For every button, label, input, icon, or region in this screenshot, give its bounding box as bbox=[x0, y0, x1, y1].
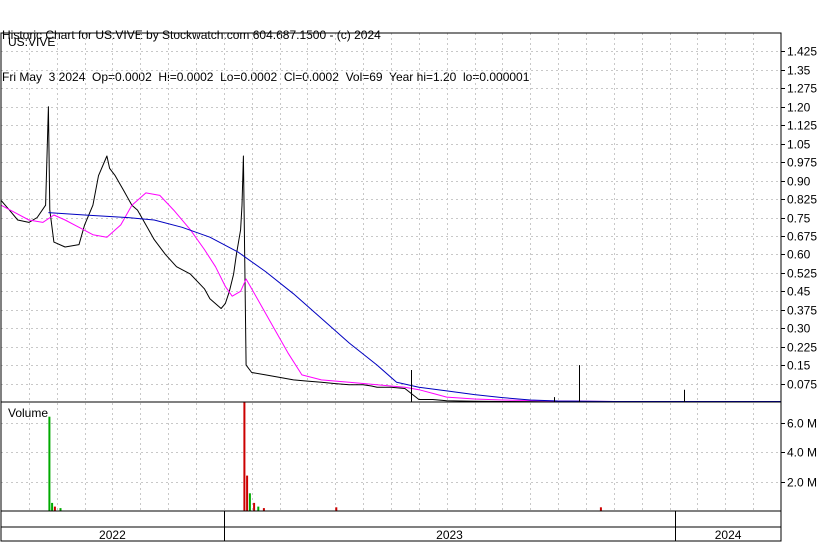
price-tick-label: 0.45 bbox=[787, 285, 811, 299]
volume-bar bbox=[48, 416, 51, 511]
price-tick-label: 1.05 bbox=[787, 138, 811, 152]
volume-bar bbox=[335, 507, 338, 511]
year-label: 2024 bbox=[715, 528, 742, 542]
price-tick-label: 0.525 bbox=[787, 267, 817, 281]
price-tick-label: 0.675 bbox=[787, 230, 817, 244]
year-label: 2022 bbox=[99, 528, 126, 542]
series-line-ma_long bbox=[48, 212, 781, 402]
price-tick-label: 0.30 bbox=[787, 322, 811, 336]
price-tick-label: 0.225 bbox=[787, 341, 817, 355]
price-tick-label: 1.125 bbox=[787, 119, 817, 133]
volume-bar bbox=[246, 475, 249, 511]
price-tick-label: 0.825 bbox=[787, 193, 817, 207]
volume-layer bbox=[48, 402, 602, 511]
price-tick-label: 1.35 bbox=[787, 64, 811, 78]
price-tick-label: 1.275 bbox=[787, 82, 817, 96]
year-label: 2023 bbox=[436, 528, 463, 542]
volume-bar bbox=[248, 493, 251, 511]
grid-layer bbox=[1, 33, 781, 511]
price-tick-label: 1.425 bbox=[787, 45, 817, 59]
price-tick-label: 0.15 bbox=[787, 359, 811, 373]
volume-bar bbox=[243, 402, 246, 511]
price-tick-label: 0.375 bbox=[787, 304, 817, 318]
price-tick-label: 0.975 bbox=[787, 156, 817, 170]
price-tick-label: 0.075 bbox=[787, 378, 817, 392]
volume-bar bbox=[253, 502, 256, 511]
price-tick-label: 0.60 bbox=[787, 248, 811, 262]
volume-tick-label: 6.0 M bbox=[787, 417, 817, 431]
volume-bar bbox=[257, 506, 260, 511]
price-tick-label: 1.20 bbox=[787, 101, 811, 115]
volume-tick-label: 2.0 M bbox=[787, 476, 817, 490]
stock-chart: US:VIVE Volume 1.425 1.35 1.275 1.20 1.125 1.… bbox=[0, 32, 817, 542]
volume-bar bbox=[53, 506, 56, 511]
symbol-label: US:VIVE bbox=[8, 35, 55, 49]
price-tick-label: 0.75 bbox=[787, 212, 811, 226]
price-tick-label: 0.90 bbox=[787, 175, 811, 189]
volume-bar bbox=[51, 502, 54, 511]
volume-bar bbox=[599, 507, 602, 511]
volume-label: Volume bbox=[8, 406, 48, 420]
volume-tick-label: 4.0 M bbox=[787, 446, 817, 460]
